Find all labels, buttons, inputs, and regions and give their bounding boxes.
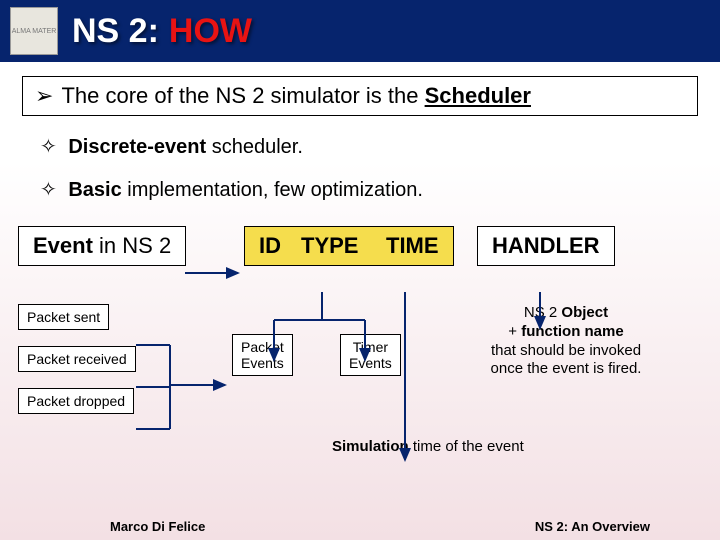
sub1-bold: Discrete-event bbox=[68, 136, 206, 158]
packet-dropped-box: Packet dropped bbox=[18, 388, 134, 414]
main-bullet: ➢ The core of the NS 2 simulator is the … bbox=[22, 76, 698, 116]
sub2-rest: implementation, few optimization. bbox=[122, 179, 423, 201]
event-box-bold: Event bbox=[33, 233, 93, 258]
field-type: TYPE bbox=[287, 226, 373, 266]
field-id: ID bbox=[244, 226, 292, 266]
time-note: Simulation time of the event bbox=[332, 438, 524, 455]
timer-events-box: Timer Events bbox=[340, 334, 401, 376]
diamond-icon: ✧ bbox=[40, 179, 57, 201]
diamond-icon: ✧ bbox=[40, 136, 57, 158]
footer: Marco Di Felice NS 2: An Overview bbox=[0, 519, 720, 534]
footer-author: Marco Di Felice bbox=[110, 519, 205, 534]
main-bullet-text: The core of the NS 2 simulator is the bbox=[61, 83, 424, 108]
packet-sent-box: Packet sent bbox=[18, 304, 109, 330]
field-handler: HANDLER bbox=[477, 226, 615, 266]
diagram-area: Event in NS 2 ID TYPE TIME HANDLER Packe… bbox=[22, 226, 698, 486]
sub-bullet-1: ✧ Discrete-event scheduler. bbox=[40, 134, 698, 159]
title-prefix: NS 2: bbox=[72, 12, 159, 51]
packet-events-box: Packet Events bbox=[232, 334, 293, 376]
sub-bullet-2: ✧ Basic implementation, few optimization… bbox=[40, 177, 698, 202]
title-suffix: HOW bbox=[169, 12, 252, 51]
sub2-bold: Basic bbox=[68, 179, 121, 201]
chevron-right-icon: ➢ bbox=[35, 83, 53, 109]
handler-note: NS 2 Object + function name that should … bbox=[476, 304, 656, 379]
event-box: Event in NS 2 bbox=[18, 226, 186, 266]
sub1-rest: scheduler. bbox=[206, 136, 303, 158]
main-bullet-bold: Scheduler bbox=[425, 83, 531, 108]
field-time: TIME bbox=[372, 226, 454, 266]
university-seal-icon: ALMA MATER bbox=[10, 7, 58, 55]
packet-received-box: Packet received bbox=[18, 346, 136, 372]
event-box-rest: in NS 2 bbox=[93, 233, 171, 258]
slide-header: ALMA MATER NS 2: HOW bbox=[0, 0, 720, 62]
footer-title: NS 2: An Overview bbox=[535, 519, 650, 534]
